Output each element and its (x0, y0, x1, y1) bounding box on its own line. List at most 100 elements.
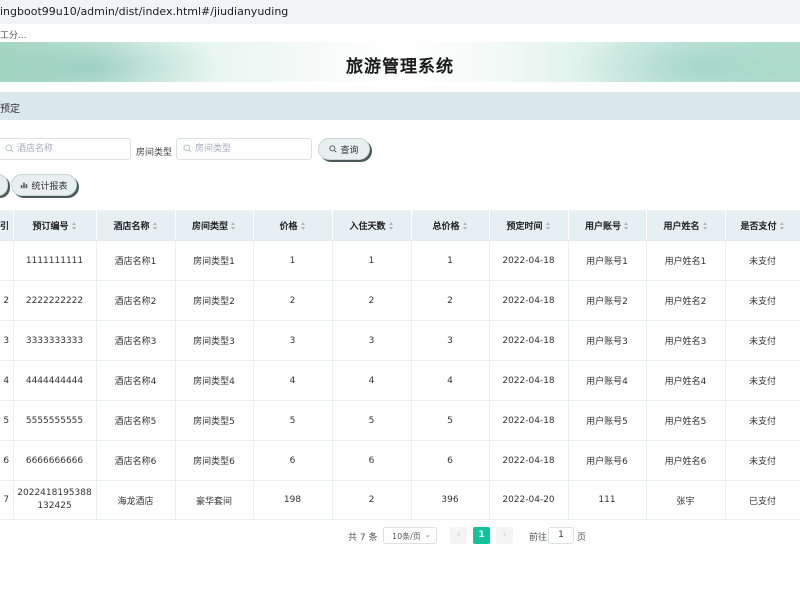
cell-name: 用户姓名5 (646, 400, 726, 441)
cell-hotel: 酒店名称1 (96, 240, 176, 281)
column-header-account[interactable]: 用户账号 (568, 210, 647, 241)
page-size-value: 10条/页 (392, 532, 421, 541)
cell-days: 1 (332, 240, 412, 281)
bookmark-item[interactable]: 工分... (0, 28, 27, 41)
cell-total: 5 (411, 400, 490, 441)
cell-total: 2 (411, 280, 490, 321)
cell-order-no: 1111111111 (13, 240, 97, 281)
url-text[interactable]: ingboot99u10/admin/dist/index.html#/jiud… (0, 5, 288, 18)
cell-name: 用户姓名3 (646, 320, 726, 361)
sort-icon[interactable] (71, 222, 77, 230)
room-type-search-input[interactable] (176, 138, 312, 160)
cell-index: 6 (0, 440, 14, 481)
cell-hotel: 酒店名称4 (96, 360, 176, 401)
header-banner: 旅游管理系统 (0, 42, 800, 82)
column-header-order-no[interactable]: 预订编号 (13, 210, 97, 241)
cell-date: 2022-04-18 (489, 440, 569, 481)
sort-icon[interactable] (231, 222, 236, 230)
browser-url-bar[interactable]: ingboot99u10/admin/dist/index.html#/jiud… (0, 0, 800, 25)
cell-index: 2 (0, 280, 14, 321)
cell-total: 1 (411, 240, 490, 281)
sort-icon[interactable] (545, 222, 551, 230)
page-size-select[interactable]: 10条/页 ⌄ (383, 527, 437, 544)
column-header-index[interactable]: 引 (0, 210, 14, 241)
cell-paid: 未支付 (725, 280, 800, 321)
booking-table: 引 预订编号 酒店名称 房间类型 价格 入住天数 总价格 预定时间 用户账号 用… (0, 210, 800, 520)
cell-room-type: 房间类型4 (175, 360, 254, 401)
stats-report-button-label: 统计报表 (31, 181, 68, 192)
prev-page-button[interactable]: ‹ (450, 527, 467, 544)
query-button[interactable]: 查询 (318, 138, 370, 160)
hotel-name-search-input[interactable] (0, 138, 131, 160)
cell-room-type: 房间类型5 (175, 400, 254, 441)
chevron-down-icon: ⌄ (424, 530, 431, 539)
sort-icon[interactable] (702, 222, 708, 230)
cell-hotel: 海龙酒店 (96, 480, 176, 520)
column-header-date[interactable]: 预定时间 (489, 210, 569, 241)
table-row[interactable]: 6 6666666666 酒店名称6 房间类型6 6 6 6 2022-04-1… (0, 440, 800, 481)
sort-icon[interactable] (624, 222, 629, 230)
cell-name: 用户姓名6 (646, 440, 726, 481)
page-number-current[interactable]: 1 (473, 527, 490, 544)
cell-price: 3 (253, 320, 333, 361)
column-header-name[interactable]: 用户姓名 (646, 210, 726, 241)
cell-paid: 未支付 (725, 360, 800, 401)
column-header-total[interactable]: 总价格 (411, 210, 490, 241)
cell-price: 1 (253, 240, 333, 281)
cell-date: 2022-04-18 (489, 320, 569, 361)
chevron-left-icon: ‹ (456, 530, 461, 540)
table-header-row: 引 预订编号 酒店名称 房间类型 价格 入住天数 总价格 预定时间 用户账号 用… (0, 210, 800, 241)
sort-icon[interactable] (779, 222, 785, 230)
sort-icon[interactable] (462, 222, 468, 230)
search-icon (183, 144, 192, 153)
next-page-button[interactable]: › (496, 527, 513, 544)
goto-page-input[interactable]: 1 (548, 527, 574, 544)
cell-paid: 未支付 (725, 240, 800, 281)
column-header-room-type[interactable]: 房间类型 (175, 210, 254, 241)
cell-order-no: 4444444444 (13, 360, 97, 401)
cell-room-type: 房间类型2 (175, 280, 254, 321)
room-type-input-field[interactable] (195, 141, 275, 157)
breadcrumb: 预定 (0, 92, 800, 120)
hotel-name-input-field[interactable] (17, 141, 97, 157)
stats-report-button[interactable]: 统计报表 (11, 174, 77, 196)
column-header-days[interactable]: 入住天数 (332, 210, 412, 241)
cell-total: 396 (411, 480, 490, 520)
table-row[interactable]: 7 2022418195388132425 海龙酒店 豪华套间 198 2 39… (0, 480, 800, 520)
page-suffix-label: 页 (577, 533, 587, 543)
cell-room-type: 房间类型1 (175, 240, 254, 281)
column-header-price[interactable]: 价格 (253, 210, 333, 241)
cell-total: 6 (411, 440, 490, 481)
table-row[interactable]: 3 3333333333 酒店名称3 房间类型3 3 3 3 2022-04-1… (0, 320, 800, 361)
cell-days: 5 (332, 400, 412, 441)
cell-days: 6 (332, 440, 412, 481)
action-button-partial[interactable] (0, 174, 8, 196)
sort-icon[interactable] (152, 222, 158, 230)
cell-date: 2022-04-20 (489, 480, 569, 520)
cell-index: 4 (0, 360, 14, 401)
column-header-hotel[interactable]: 酒店名称 (96, 210, 176, 241)
table-row[interactable]: 2 2222222222 酒店名称2 房间类型2 2 2 2 2022-04-1… (0, 280, 800, 321)
column-header-paid[interactable]: 是否支付 (725, 210, 800, 241)
cell-days: 2 (332, 280, 412, 321)
cell-price: 2 (253, 280, 333, 321)
bookmark-bar: 工分... (0, 24, 800, 42)
table-row[interactable]: 5 5555555555 酒店名称5 房间类型5 5 5 5 2022-04-1… (0, 400, 800, 441)
cell-total: 4 (411, 360, 490, 401)
table-row[interactable]: 1111111111 酒店名称1 房间类型1 1 1 1 2022-04-18 … (0, 240, 800, 281)
cell-account: 111 (568, 480, 647, 520)
cell-name: 用户姓名2 (646, 280, 726, 321)
cell-order-no: 5555555555 (13, 400, 97, 441)
cell-date: 2022-04-18 (489, 360, 569, 401)
sort-icon[interactable] (300, 222, 306, 230)
goto-label: 前往 (529, 533, 548, 543)
sort-icon[interactable] (388, 222, 394, 230)
cell-account: 用户账号1 (568, 240, 647, 281)
cell-order-no: 2222222222 (13, 280, 97, 321)
cell-hotel: 酒店名称3 (96, 320, 176, 361)
table-row[interactable]: 4 4444444444 酒店名称4 房间类型4 4 4 4 2022-04-1… (0, 360, 800, 401)
cell-account: 用户账号5 (568, 400, 647, 441)
query-button-label: 查询 (340, 145, 359, 156)
cell-index: 3 (0, 320, 14, 361)
cell-name: 用户姓名1 (646, 240, 726, 281)
